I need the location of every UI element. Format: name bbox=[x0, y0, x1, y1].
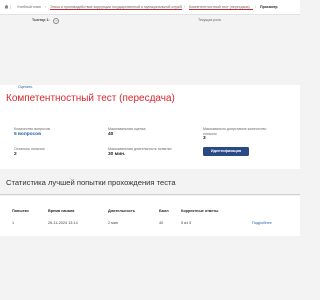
max-duration-value: 30 мин. bbox=[108, 152, 126, 157]
table-cell-start-time: 26-11-2024 13:14 bbox=[48, 221, 78, 225]
breadcrumb-separator: › bbox=[45, 5, 47, 9]
details-link[interactable]: Подробнее bbox=[252, 221, 272, 225]
max-score-value: 40 bbox=[108, 132, 114, 137]
questions-value: 5 вопросов bbox=[14, 132, 42, 137]
current-role-label[interactable]: Текущая роль bbox=[198, 18, 221, 22]
divider bbox=[0, 194, 300, 195]
attempts-table bbox=[0, 196, 300, 236]
breadcrumb-item-course[interactable]: Этика и противодействие коррупции госуда… bbox=[50, 0, 182, 14]
table-cell-correct-answers: 5 из 5 bbox=[181, 221, 192, 225]
remaining-attempts-value: 2 bbox=[14, 152, 17, 157]
breadcrumb-item-test[interactable]: Компетентностный тест (пересдача) bbox=[189, 0, 253, 14]
breadcrumb-item-current: Просмотр bbox=[260, 5, 278, 9]
breadcrumb-separator: › bbox=[184, 5, 186, 9]
column-header-correct-answers: Корректные ответы bbox=[181, 209, 219, 213]
questions-label: Количество вопросов bbox=[14, 127, 50, 131]
rate-link[interactable]: Оценить bbox=[18, 85, 32, 89]
column-header-start-time: Время начала bbox=[48, 209, 75, 213]
breadcrumb-separator: | bbox=[10, 5, 11, 9]
max-attempts-label: Максимально допустимое количество попыто… bbox=[203, 127, 267, 136]
max-attempts-value: 3 bbox=[203, 136, 206, 141]
toolbar: Тьютор 1: ? Текущая роль bbox=[0, 15, 300, 25]
breadcrumb: | Учебный план › Этика и противодействие… bbox=[0, 0, 300, 15]
breadcrumb-underline bbox=[189, 9, 253, 10]
column-header-duration: Длительность bbox=[108, 209, 136, 213]
stats-title: Статистика лучшей попытки прохождения те… bbox=[6, 178, 176, 187]
table-cell-duration: 2 мин bbox=[108, 221, 118, 225]
tutor-label: Тьютор 1: bbox=[32, 18, 50, 22]
table-cell-score: 40 bbox=[159, 221, 164, 225]
remaining-attempts-label: Осталось попыток bbox=[14, 147, 45, 151]
max-duration-label: Максимальная длительность попытки bbox=[108, 147, 172, 151]
breadcrumb-separator: › bbox=[255, 5, 257, 9]
breadcrumb-item-curriculum[interactable]: Учебный план bbox=[17, 0, 41, 14]
page-title: Компетентностный тест (пересдача) bbox=[6, 93, 175, 104]
home-icon[interactable] bbox=[4, 4, 9, 9]
breadcrumb-underline bbox=[50, 9, 182, 10]
help-icon[interactable]: ? bbox=[53, 17, 59, 24]
identification-button[interactable]: Идентификация bbox=[203, 147, 249, 156]
column-header-attempts: Попытки bbox=[12, 209, 29, 213]
max-score-label: Максимальная оценка bbox=[108, 127, 146, 131]
table-cell-attempt: 1 bbox=[12, 221, 15, 225]
column-header-score: Балл bbox=[159, 209, 169, 213]
